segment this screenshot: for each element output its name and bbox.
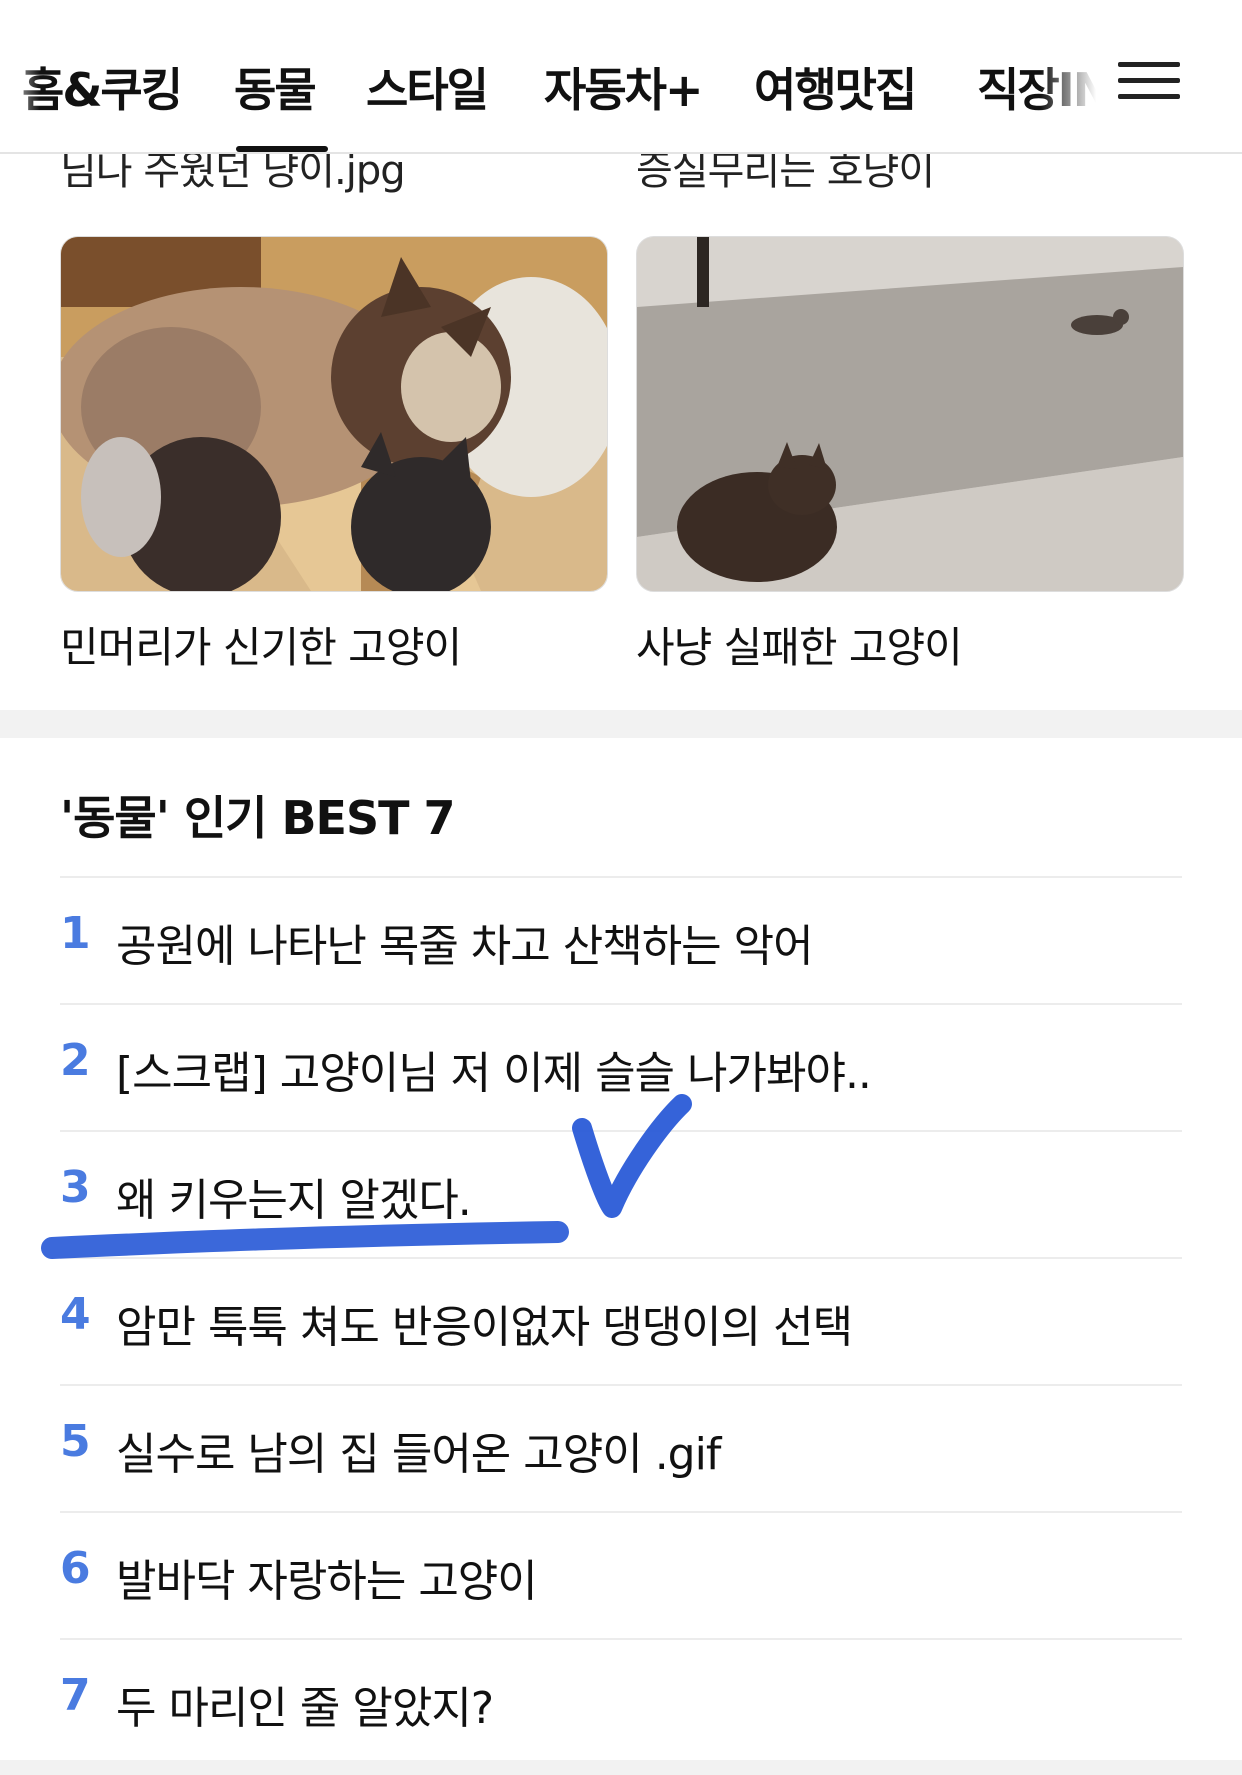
rank-item-3[interactable]: 3 왜 키우는지 알겠다. xyxy=(60,1130,1182,1257)
rank-number: 3 xyxy=(60,1162,91,1213)
rank-item-5[interactable]: 5 실수로 남의 집 들어온 고양이 .gif xyxy=(60,1384,1182,1511)
card-title[interactable]: 사냥 실패한 고양이 xyxy=(636,614,1182,675)
article-card[interactable]: 민머리가 신기한 고양이 xyxy=(60,236,608,675)
cat-hunting-thumbnail-image[interactable] xyxy=(636,236,1184,592)
best-section-title: '동물' 인기 BEST 7 xyxy=(60,791,455,845)
rank-number: 2 xyxy=(60,1035,91,1086)
active-tab-indicator xyxy=(236,146,328,152)
top-nav-bar: 홈&쿠킹 동물 스타일 자동차+ 여행맛집 직장IN xyxy=(0,0,1242,154)
rank-number: 1 xyxy=(60,908,91,959)
hamburger-menu-icon[interactable] xyxy=(1118,58,1180,104)
article-card[interactable]: 사냥 실패한 고양이 xyxy=(636,236,1184,675)
tab-style[interactable]: 스타일 xyxy=(366,54,489,120)
card-title[interactable]: 민머리가 신기한 고양이 xyxy=(60,614,606,675)
tabs-fade-right xyxy=(1040,40,1110,120)
rank-item-1[interactable]: 1 공원에 나타난 목줄 차고 산책하는 악어 xyxy=(60,876,1182,1003)
bottom-divider xyxy=(0,1760,1242,1775)
tabs-fade-left xyxy=(0,40,40,120)
rank-title[interactable]: 두 마리인 줄 알았지? xyxy=(116,1672,494,1736)
tab-home-cooking[interactable]: 홈&쿠킹 xyxy=(22,54,183,120)
rank-number: 4 xyxy=(60,1289,91,1340)
cat-thumbnail-image[interactable] xyxy=(60,236,608,592)
rank-item-7[interactable]: 7 두 마리인 줄 알았지? xyxy=(60,1638,1182,1765)
category-tabs: 홈&쿠킹 동물 스타일 자동차+ 여행맛집 직장IN xyxy=(0,0,1110,152)
rank-item-4[interactable]: 4 암만 툭툭 쳐도 반응이없자 댕댕이의 선택 xyxy=(60,1257,1182,1384)
rank-number: 6 xyxy=(60,1543,91,1594)
rank-title[interactable]: 왜 키우는지 알겠다. xyxy=(116,1164,472,1228)
rank-title[interactable]: [스크랩] 고양이님 저 이제 슬슬 나가봐야.. xyxy=(116,1037,872,1101)
rank-item-2[interactable]: 2 [스크랩] 고양이님 저 이제 슬슬 나가봐야.. xyxy=(60,1003,1182,1130)
rank-title[interactable]: 발바닥 자랑하는 고양이 xyxy=(116,1545,538,1609)
rank-number: 5 xyxy=(60,1416,91,1467)
section-divider xyxy=(0,710,1242,738)
rank-title[interactable]: 공원에 나타난 목줄 차고 산책하는 악어 xyxy=(116,910,814,974)
tab-cars[interactable]: 자동차+ xyxy=(544,54,704,120)
rank-title[interactable]: 암만 툭툭 쳐도 반응이없자 댕댕이의 선택 xyxy=(116,1291,853,1355)
rank-item-6[interactable]: 6 발바닥 자랑하는 고양이 xyxy=(60,1511,1182,1638)
rank-number: 7 xyxy=(60,1670,91,1721)
rank-title[interactable]: 실수로 남의 집 들어온 고양이 .gif xyxy=(116,1418,721,1482)
best-rank-list: 1 공원에 나타난 목줄 차고 산책하는 악어 2 [스크랩] 고양이님 저 이… xyxy=(60,876,1182,1765)
tab-travel-food[interactable]: 여행맛집 xyxy=(754,54,917,120)
tab-animals[interactable]: 동물 xyxy=(234,54,317,120)
